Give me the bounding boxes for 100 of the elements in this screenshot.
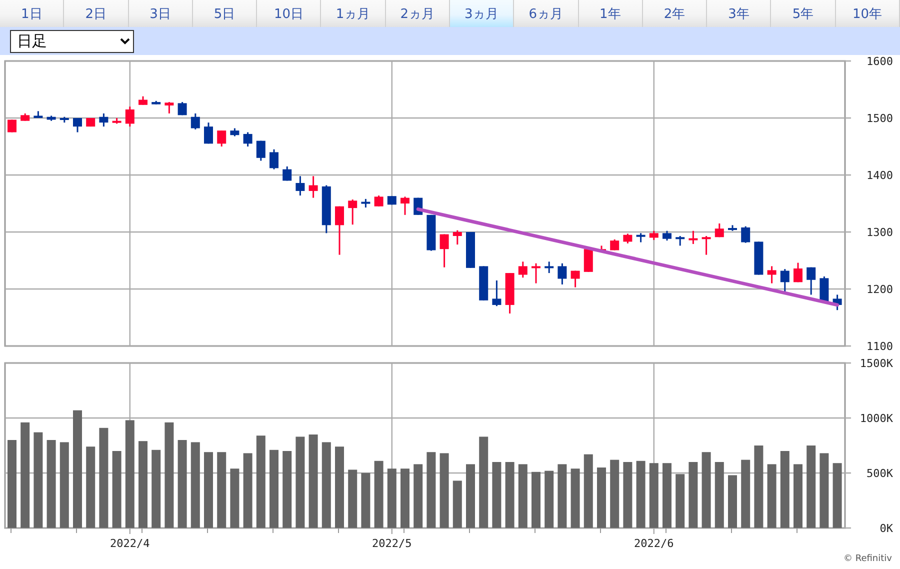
- candlestick: [20, 113, 30, 121]
- candlestick: [636, 233, 646, 242]
- candlestick: [348, 200, 358, 225]
- candlestick: [164, 102, 174, 114]
- volume-bar: [414, 464, 423, 528]
- candlestick: [296, 176, 305, 196]
- volume-bar: [688, 462, 698, 528]
- candlestick: [832, 294, 842, 310]
- candlestick: [440, 234, 449, 268]
- candlestick: [46, 116, 56, 121]
- candlestick: [8, 120, 16, 132]
- candlestick: [335, 206, 344, 255]
- candlestick: [400, 196, 410, 215]
- candlestick: [688, 230, 698, 244]
- period-tab[interactable]: 3ヵ月: [450, 0, 514, 28]
- axis-label: 500K: [866, 467, 893, 480]
- candlestick: [820, 276, 829, 304]
- volume-bar: [466, 464, 475, 528]
- axis-label: 0K: [880, 522, 893, 535]
- candlestick: [754, 242, 764, 275]
- axis-label: 1500: [866, 112, 893, 125]
- volume-bar: [794, 464, 802, 528]
- candlestick: [217, 130, 226, 146]
- candlestick: [544, 262, 554, 274]
- candlestick: [426, 214, 436, 251]
- period-tab[interactable]: 1日: [0, 0, 64, 28]
- period-tab[interactable]: 5日: [192, 0, 258, 28]
- volume-bar: [610, 460, 620, 528]
- interval-select[interactable]: 日足: [10, 30, 134, 53]
- candlestick: [610, 239, 620, 250]
- candlestick: [452, 230, 462, 245]
- candlestick: [702, 236, 711, 255]
- candlestick: [361, 198, 370, 208]
- period-tab[interactable]: 2ヵ月: [386, 0, 450, 28]
- period-tab[interactable]: 6ヵ月: [514, 0, 579, 28]
- axis-label: 1600: [866, 55, 893, 68]
- candlestick: [112, 118, 122, 124]
- candlestick: [741, 226, 750, 243]
- volume-bar: [623, 462, 632, 528]
- axis-label: 1200: [866, 283, 893, 296]
- volume-bar: [728, 475, 737, 528]
- candlestick: [125, 106, 134, 127]
- volume-bar: [361, 473, 370, 528]
- candlestick: [558, 263, 567, 284]
- candlestick: [728, 225, 737, 231]
- volume-bar: [558, 464, 567, 528]
- candlestick: [99, 113, 108, 127]
- candlestick: [466, 232, 475, 268]
- date-label: 2022/6: [634, 537, 674, 550]
- candlestick: [518, 262, 528, 278]
- credit-text: © Refinitiv: [844, 554, 892, 564]
- volume-bar: [676, 474, 685, 528]
- axis-label: 1400: [866, 169, 893, 182]
- candlestick: [676, 236, 685, 246]
- candlestick: [492, 280, 502, 306]
- period-tab[interactable]: 1ヵ月: [321, 0, 386, 28]
- period-tab[interactable]: 1年: [578, 0, 643, 28]
- candlestick: [532, 263, 540, 284]
- candlestick: [794, 262, 802, 282]
- candlestick: [282, 166, 292, 181]
- volume-bar: [532, 472, 540, 528]
- candlestick: [243, 132, 252, 146]
- candlestick: [649, 230, 658, 240]
- candlestick: [662, 230, 672, 241]
- volume-bar: [400, 468, 410, 528]
- date-label: 2022/5: [372, 537, 412, 550]
- volume-bar: [544, 470, 554, 528]
- period-tab[interactable]: 3年: [707, 0, 772, 28]
- candlestick: [190, 113, 200, 130]
- candlestick: [308, 176, 318, 198]
- period-tab[interactable]: 10日: [257, 0, 322, 28]
- volume-bar: [230, 468, 240, 528]
- volume-bar: [597, 468, 606, 528]
- period-tab[interactable]: 10年: [836, 0, 900, 28]
- candlestick: [780, 269, 790, 292]
- period-tab[interactable]: 2日: [64, 0, 129, 28]
- period-tab[interactable]: 2年: [642, 0, 708, 28]
- volume-bar: [492, 462, 502, 528]
- date-label: 2022/4: [110, 537, 150, 550]
- axis-label: 1300: [866, 226, 893, 239]
- period-tab[interactable]: 5年: [771, 0, 836, 28]
- axis-label: 1100: [866, 340, 893, 351]
- candlestick: [505, 273, 514, 314]
- candlestick: [570, 270, 580, 288]
- candlestick: [204, 122, 213, 144]
- volume-bar: [741, 460, 750, 528]
- candlestick: [270, 149, 278, 170]
- candlestick: [34, 111, 43, 118]
- candlestick: [138, 96, 148, 105]
- volume-bar: [348, 470, 358, 528]
- candlestick: [86, 118, 96, 127]
- volume-bar: [662, 463, 672, 528]
- axis-label: 1500K: [860, 357, 893, 370]
- candlestick: [714, 223, 724, 238]
- candlestick: [152, 100, 161, 104]
- candlestick: [230, 128, 240, 136]
- candlestick: [767, 266, 776, 284]
- candlestick: [623, 234, 632, 244]
- candlestick: [73, 118, 82, 132]
- period-tab[interactable]: 3日: [128, 0, 193, 28]
